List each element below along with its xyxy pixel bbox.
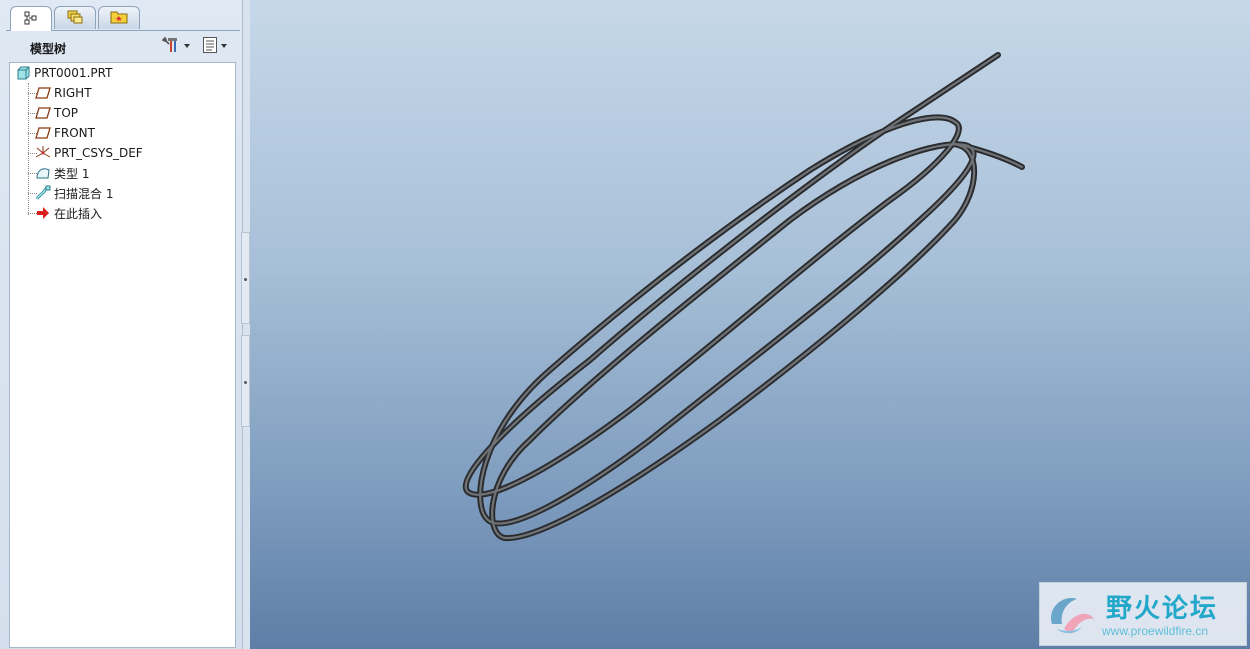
tab-model-tree[interactable]	[10, 6, 52, 31]
tree-item-right[interactable]: RIGHT	[35, 84, 92, 102]
list-icon	[202, 36, 218, 57]
tools-icon	[161, 36, 181, 57]
tree-item-insert-here[interactable]: 在此插入	[35, 204, 102, 222]
datum-plane-icon	[35, 105, 51, 121]
tree-connector	[28, 83, 29, 215]
chevron-down-icon	[184, 44, 190, 48]
part-icon	[15, 65, 31, 81]
tree-item-label: 类型 1	[54, 166, 90, 181]
tree-item-front[interactable]: FRONT	[35, 124, 95, 142]
chevron-down-icon	[221, 44, 227, 48]
swept-blend-model	[462, 52, 1025, 542]
layers-icon	[66, 9, 84, 28]
tree-item-csys[interactable]: PRT_CSYS_DEF	[35, 144, 143, 162]
csys-icon	[35, 145, 51, 161]
tree-item-label: RIGHT	[54, 86, 92, 100]
tree-item-sketch[interactable]: 类型 1	[35, 164, 89, 182]
tab-layers[interactable]	[54, 6, 96, 29]
tree-root[interactable]: PRT0001.PRT	[15, 64, 112, 82]
folder-icon	[110, 9, 128, 28]
tree-item-label: 在此插入	[54, 206, 103, 221]
sash-grip	[244, 278, 247, 281]
tree-item-top[interactable]: TOP	[35, 104, 78, 122]
model-tree-icon	[23, 10, 39, 29]
tube-highlight	[464, 53, 1024, 540]
tree-show-button[interactable]	[202, 36, 227, 57]
watermark-url: www.proewildfire.cn	[1102, 624, 1209, 638]
tree-item-label: PRT_CSYS_DEF	[54, 146, 143, 160]
sketch-curve-icon	[35, 165, 51, 181]
insert-here-arrow-icon	[35, 205, 51, 221]
tree-item-label: 扫描混合 1	[54, 186, 114, 201]
tab-folder-browser[interactable]	[98, 6, 140, 29]
datum-plane-icon	[35, 125, 51, 141]
tree-item-swept-blend[interactable]: 扫描混合 1	[35, 184, 113, 202]
tree-settings-button[interactable]	[161, 36, 190, 57]
watermark: 野火论坛 www.proewildfire.cn	[1039, 582, 1247, 646]
tree-root-label: PRT0001.PRT	[34, 66, 113, 80]
tree-item-label: FRONT	[54, 126, 95, 140]
watermark-title: 野火论坛	[1106, 594, 1219, 624]
panel-title: 模型树	[30, 42, 67, 56]
graphics-viewport[interactable]	[250, 0, 1250, 649]
swept-blend-icon	[35, 185, 51, 201]
panel-sash[interactable]	[241, 232, 250, 324]
tree-item-label: TOP	[54, 106, 79, 120]
model-tree: PRT0001.PRT RIGHT TOP FRONT PRT_CSYS_DEF…	[9, 62, 236, 648]
sash-grip	[244, 381, 247, 384]
panel-header: 模型树	[6, 32, 240, 60]
model-tree-panel: 模型树 PRT0001.PRT RIGHT TOP FRONT PRT_CSYS…	[0, 0, 243, 649]
panel-sash[interactable]	[241, 335, 250, 427]
datum-plane-icon	[35, 85, 51, 101]
